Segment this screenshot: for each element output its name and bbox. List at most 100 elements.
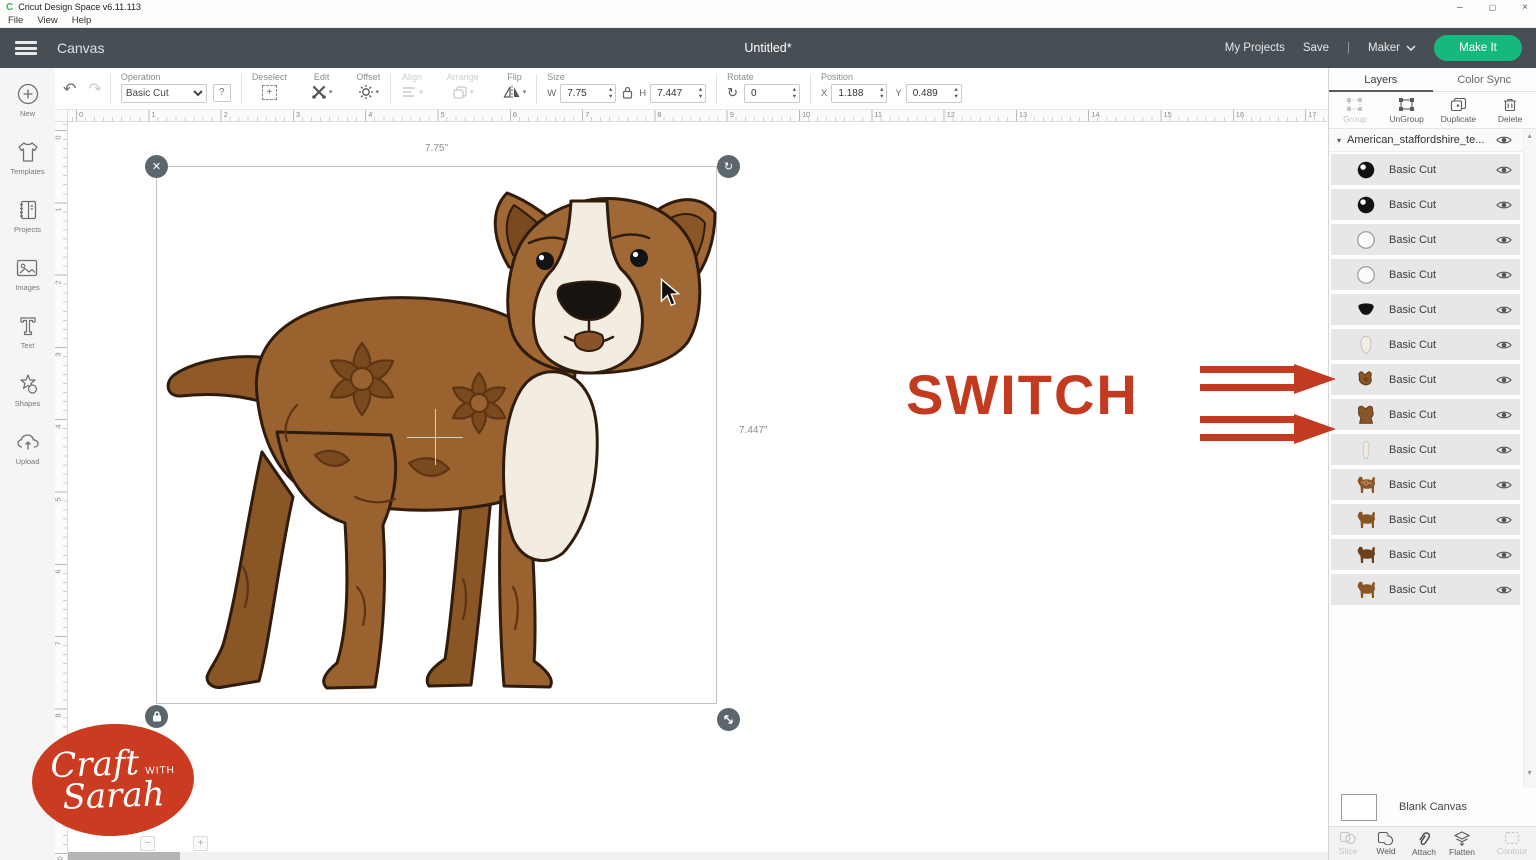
layer-row[interactable]: Basic Cut — [1331, 259, 1520, 290]
visibility-eye-icon[interactable] — [1496, 200, 1512, 210]
hamburger-menu-icon[interactable] — [15, 41, 37, 55]
blank-canvas-row[interactable]: Blank Canvas — [1329, 788, 1536, 826]
ungroup-icon — [1398, 97, 1415, 112]
restore-button[interactable]: ▢ — [1489, 3, 1497, 12]
operation-help-button[interactable]: ? — [213, 84, 231, 102]
visibility-eye-icon[interactable] — [1496, 410, 1512, 420]
canvas-area[interactable]: 01234567891011121314151617 012345678910 … — [55, 110, 1328, 860]
slice-button[interactable]: Slice — [1329, 831, 1367, 856]
position-x-stepper[interactable]: ▴▾ — [880, 86, 883, 100]
layer-row[interactable]: Basic Cut — [1331, 329, 1520, 360]
resize-handle[interactable] — [717, 708, 740, 731]
horizontal-scrollbar[interactable] — [68, 852, 1328, 860]
attach-button[interactable]: Attach — [1405, 831, 1443, 857]
visibility-eye-icon[interactable] — [1496, 270, 1512, 280]
redo-icon[interactable]: ↷ — [88, 79, 101, 99]
sidebar-item-upload[interactable]: Upload — [16, 430, 40, 466]
brown-head-chest-icon — [1353, 403, 1379, 427]
sidebar-item-images[interactable]: Images — [15, 256, 40, 292]
layer-row[interactable]: Basic Cut — [1331, 539, 1520, 570]
visibility-eye-icon[interactable] — [1496, 165, 1512, 175]
sidebar-item-projects[interactable]: Projects — [14, 198, 41, 234]
layer-group-header[interactable]: ▾ American_staffordshire_te... — [1329, 129, 1536, 152]
edit-button[interactable]: Edit ▾ — [311, 72, 333, 101]
height-stepper[interactable]: ▴▾ — [699, 86, 702, 100]
zoom-out-icon: − — [140, 836, 155, 851]
layer-row[interactable]: Basic Cut — [1331, 504, 1520, 535]
my-projects-link[interactable]: My Projects — [1225, 42, 1285, 54]
zoom-controls[interactable]: −+ — [140, 836, 208, 851]
rotate-stepper[interactable]: ▴▾ — [793, 86, 796, 100]
position-y-stepper[interactable]: ▴▾ — [954, 86, 957, 100]
size-lock-icon[interactable] — [622, 86, 633, 101]
layer-row[interactable]: Basic Cut — [1331, 189, 1520, 220]
scrollbar-thumb[interactable] — [68, 852, 180, 860]
rotate-handle[interactable]: ↻ — [717, 155, 740, 178]
layer-row[interactable]: Basic Cut — [1331, 364, 1520, 395]
lock-handle[interactable] — [145, 705, 168, 728]
panel-scrollbar[interactable] — [1523, 129, 1536, 789]
ungroup-button[interactable]: UnGroup — [1381, 97, 1433, 124]
layer-row[interactable]: Basic Cut — [1331, 224, 1520, 255]
visibility-eye-icon[interactable] — [1496, 515, 1512, 525]
visibility-eye-icon[interactable] — [1496, 135, 1512, 145]
close-button[interactable]: × — [1522, 2, 1528, 13]
width-stepper[interactable]: ▴▾ — [609, 86, 612, 100]
tab-color-sync[interactable]: Color Sync — [1433, 68, 1536, 91]
visibility-eye-icon[interactable] — [1496, 445, 1512, 455]
layer-row[interactable]: Basic Cut — [1331, 294, 1520, 325]
contour-button[interactable]: Contour — [1493, 831, 1531, 856]
position-y-input[interactable]: 0.489▴▾ — [906, 84, 962, 103]
save-link[interactable]: Save — [1303, 42, 1329, 54]
sidebar-item-new[interactable]: New — [17, 82, 39, 118]
operation-select[interactable]: Basic Cut — [121, 84, 207, 103]
sidebar-item-templates[interactable]: Templates — [10, 140, 44, 176]
layer-row[interactable]: Basic Cut — [1331, 399, 1520, 430]
flatten-button[interactable]: Flatten — [1443, 831, 1481, 857]
selection-bounding-box[interactable] — [156, 166, 717, 704]
deselect-button[interactable]: Deselect + — [252, 72, 287, 101]
width-input[interactable]: 7.75▴▾ — [560, 84, 616, 103]
sidebar-item-text[interactable]: Text — [17, 314, 39, 350]
minimize-button[interactable]: – — [1457, 2, 1463, 13]
offset-button[interactable]: Offset ▾ — [356, 72, 380, 101]
visibility-eye-icon[interactable] — [1496, 480, 1512, 490]
visibility-eye-icon[interactable] — [1496, 340, 1512, 350]
scroll-down-icon[interactable]: ▼ — [1526, 770, 1533, 777]
layer-row[interactable]: Basic Cut — [1331, 469, 1520, 500]
menu-help[interactable]: Help — [72, 15, 92, 26]
rotate-icon[interactable]: ↻ — [727, 85, 738, 101]
dog-mandala-artwork[interactable] — [157, 167, 718, 705]
rotate-input[interactable]: 0▴▾ — [744, 84, 800, 103]
flip-button[interactable]: Flip ▾ — [503, 72, 527, 101]
collapse-triangle-icon[interactable]: ▾ — [1337, 136, 1341, 145]
menu-file[interactable]: File — [8, 15, 23, 26]
layer-row[interactable]: Basic Cut — [1331, 154, 1520, 185]
scroll-up-icon[interactable]: ▲ — [1526, 133, 1533, 140]
undo-icon[interactable]: ↶ — [63, 79, 76, 99]
app-header: Canvas Untitled* My Projects Save | Make… — [0, 28, 1536, 68]
tab-layers[interactable]: Layers — [1329, 68, 1433, 91]
visibility-eye-icon[interactable] — [1496, 585, 1512, 595]
sidebar-item-shapes[interactable]: Shapes — [15, 372, 40, 408]
arrange-button[interactable]: Arrange ▾ — [447, 72, 479, 101]
cricut-logo-icon: C — [6, 2, 13, 13]
new-plus-icon — [17, 82, 39, 106]
visibility-eye-icon[interactable] — [1496, 235, 1512, 245]
layer-row[interactable]: Basic Cut — [1331, 574, 1520, 605]
make-it-button[interactable]: Make It — [1434, 35, 1522, 61]
menu-view[interactable]: View — [37, 15, 57, 26]
duplicate-button[interactable]: Duplicate — [1433, 97, 1485, 124]
layer-row[interactable]: Basic Cut — [1331, 434, 1520, 465]
visibility-eye-icon[interactable] — [1496, 550, 1512, 560]
weld-button[interactable]: Weld — [1367, 831, 1405, 856]
visibility-eye-icon[interactable] — [1496, 305, 1512, 315]
delete-handle[interactable]: ✕ — [145, 155, 168, 178]
visibility-eye-icon[interactable] — [1496, 375, 1512, 385]
align-button[interactable]: Align ▾ — [401, 72, 423, 101]
machine-selector[interactable]: Maker — [1368, 42, 1416, 54]
height-input[interactable]: 7.447▴▾ — [650, 84, 706, 103]
group-button[interactable]: Group — [1329, 97, 1381, 124]
position-x-input[interactable]: 1.188▴▾ — [831, 84, 887, 103]
delete-button[interactable]: Delete — [1484, 97, 1536, 124]
